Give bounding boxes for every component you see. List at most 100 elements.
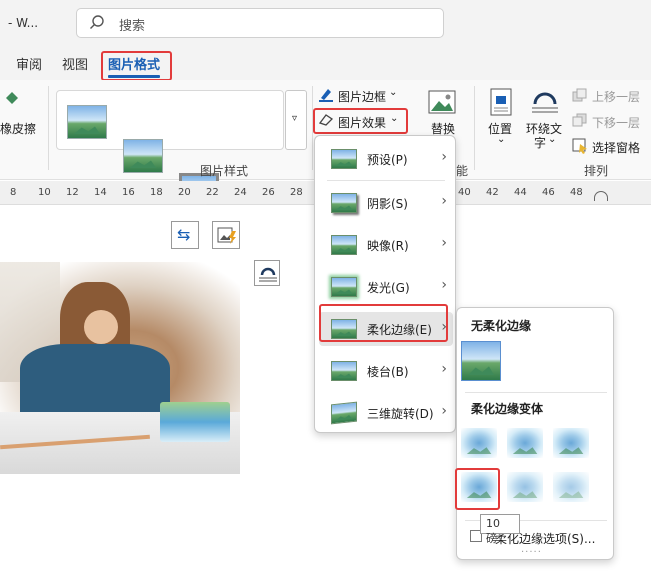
search-box[interactable]: 搜索 bbox=[76, 8, 444, 38]
layout-options-button[interactable]: ⇆ bbox=[171, 221, 199, 249]
highlight-variant-box bbox=[455, 468, 500, 510]
search-icon bbox=[90, 15, 104, 29]
swap-arrows-icon: ⇆ bbox=[177, 225, 191, 244]
menu-item-label: 棱台(B) bbox=[367, 365, 409, 379]
chevron-right-icon: › bbox=[441, 403, 447, 419]
ruler-tick: 26 bbox=[262, 187, 275, 198]
ribbon-tabs: 审阅 视图 图片格式 bbox=[0, 48, 651, 80]
search-input[interactable]: 搜索 bbox=[119, 15, 145, 34]
reflection-icon bbox=[331, 235, 357, 255]
chevron-right-icon: › bbox=[441, 277, 447, 293]
picture-effects-menu: 预设(P) › 阴影(S) › 映像(R) › 发光(G) › 柔化边缘(E) … bbox=[314, 135, 456, 433]
menu-item-label: 发光(G) bbox=[367, 281, 410, 295]
menu-item-glow[interactable]: 发光(G) › bbox=[319, 270, 453, 304]
menu-item-shadow[interactable]: 阴影(S) › bbox=[319, 186, 453, 220]
send-backward-button[interactable]: 下移一层 bbox=[592, 114, 640, 131]
menu-separator bbox=[327, 180, 445, 181]
no-soft-edges-option[interactable] bbox=[461, 341, 501, 381]
bring-forward-button[interactable]: 上移一层 bbox=[592, 88, 640, 105]
selection-pane-button[interactable]: 选择窗格 bbox=[592, 139, 640, 156]
glow-icon bbox=[331, 277, 357, 297]
chevron-down-icon: ▿ bbox=[292, 113, 298, 124]
eraser-icon bbox=[6, 92, 18, 104]
alt-text-icon bbox=[428, 90, 456, 114]
title-bar: - W... 搜索 bbox=[0, 0, 651, 48]
soft-edge-variant-1[interactable] bbox=[461, 428, 497, 458]
menu-item-reflection[interactable]: 映像(R) › bbox=[319, 228, 453, 262]
ruler-tick: 28 bbox=[290, 187, 303, 198]
ruler-tick: 40 bbox=[458, 187, 471, 198]
menu-item-3d-rotation[interactable]: 三维旋转(D) › bbox=[319, 396, 453, 430]
wrap-text-icon bbox=[532, 92, 558, 113]
girl-face-shape bbox=[84, 310, 118, 344]
bring-forward-icon bbox=[572, 88, 587, 102]
ruler-tick: 18 bbox=[150, 187, 163, 198]
ruler-tick: 48 bbox=[570, 187, 583, 198]
wrap-text-icon bbox=[259, 267, 277, 282]
image-flash-icon bbox=[217, 227, 236, 244]
highlight-tab-box bbox=[101, 51, 172, 81]
chevron-right-icon: › bbox=[441, 149, 447, 165]
picture-border-button[interactable]: 图片边框 bbox=[338, 88, 386, 105]
arrange-group-label: 排列 bbox=[584, 164, 609, 178]
gallery-more-button[interactable]: ▿ bbox=[285, 90, 307, 150]
ruler-tick: 42 bbox=[486, 187, 499, 198]
chevron-right-icon: › bbox=[441, 193, 447, 209]
menu-item-label: 预设(P) bbox=[367, 153, 408, 167]
soft-edge-variant-3[interactable] bbox=[553, 428, 589, 458]
menu-item-label: 阴影(S) bbox=[367, 197, 408, 211]
chevron-right-icon: › bbox=[441, 235, 447, 251]
window-title: - W... bbox=[8, 16, 39, 30]
menu-item-bevel[interactable]: 棱台(B) › bbox=[319, 354, 453, 388]
preset-icon bbox=[331, 149, 357, 169]
shadow-icon bbox=[331, 193, 357, 213]
send-backward-icon bbox=[572, 113, 587, 127]
resize-grip[interactable]: ..... bbox=[521, 544, 542, 555]
ruler-tick: 44 bbox=[514, 187, 527, 198]
separator bbox=[474, 86, 475, 170]
accessibility-group-label: 能 bbox=[456, 164, 469, 178]
menu-item-preset[interactable]: 预设(P) › bbox=[319, 142, 453, 176]
highlight-soft-edges-box bbox=[319, 304, 448, 342]
selection-pane-icon bbox=[572, 138, 587, 154]
3d-rotation-icon bbox=[331, 401, 357, 425]
style-thumb-1[interactable] bbox=[67, 105, 107, 139]
ruler-tick: 10 bbox=[38, 187, 51, 198]
picture-border-icon bbox=[319, 89, 333, 102]
picture-styles-gallery bbox=[56, 90, 284, 241]
wrap-text-float-button[interactable] bbox=[254, 260, 280, 286]
chevron-right-icon: › bbox=[441, 361, 447, 377]
design-ideas-button[interactable] bbox=[212, 221, 240, 249]
highlight-effects-box bbox=[313, 108, 408, 134]
soft-edge-variant-2[interactable] bbox=[507, 428, 543, 458]
ruler-tick: 16 bbox=[122, 187, 135, 198]
ruler-indent-marker[interactable] bbox=[594, 191, 608, 201]
menu-separator bbox=[465, 392, 607, 393]
soft-edge-variant-6[interactable] bbox=[553, 472, 589, 502]
styles-group-label: 图片样式 bbox=[200, 164, 249, 178]
ruler-tick: 20 bbox=[178, 187, 191, 198]
menu-item-label: 三维旋转(D) bbox=[367, 407, 434, 421]
ruler-tick: 24 bbox=[234, 187, 247, 198]
ruler-tick: 8 bbox=[10, 187, 17, 198]
ruler-tick: 46 bbox=[542, 187, 555, 198]
ruler-tick: 14 bbox=[94, 187, 107, 198]
soft-edge-variant-5[interactable] bbox=[507, 472, 543, 502]
tab-view[interactable]: 视图 bbox=[62, 54, 88, 73]
chevron-down-icon: ⌄ bbox=[497, 134, 506, 145]
separator bbox=[48, 86, 49, 170]
books-shape bbox=[160, 402, 230, 442]
ruler-tick: 12 bbox=[66, 187, 79, 198]
wrap-text-label-line2: 字 bbox=[534, 136, 547, 150]
bevel-icon bbox=[331, 361, 357, 381]
chevron-down-icon: ⌄ bbox=[389, 87, 398, 98]
ruler-tick: 22 bbox=[206, 187, 219, 198]
remove-bg-button[interactable]: 橡皮擦 bbox=[0, 120, 36, 137]
document-photo[interactable] bbox=[0, 262, 240, 474]
style-thumb-2[interactable] bbox=[123, 139, 163, 173]
no-soft-edges-heading: 无柔化边缘 bbox=[471, 319, 532, 333]
position-icon bbox=[490, 88, 512, 116]
soft-edges-variations-heading: 柔化边缘变体 bbox=[471, 402, 544, 416]
tab-review[interactable]: 审阅 bbox=[16, 54, 42, 73]
tooltip: 10 磅 bbox=[480, 514, 520, 545]
